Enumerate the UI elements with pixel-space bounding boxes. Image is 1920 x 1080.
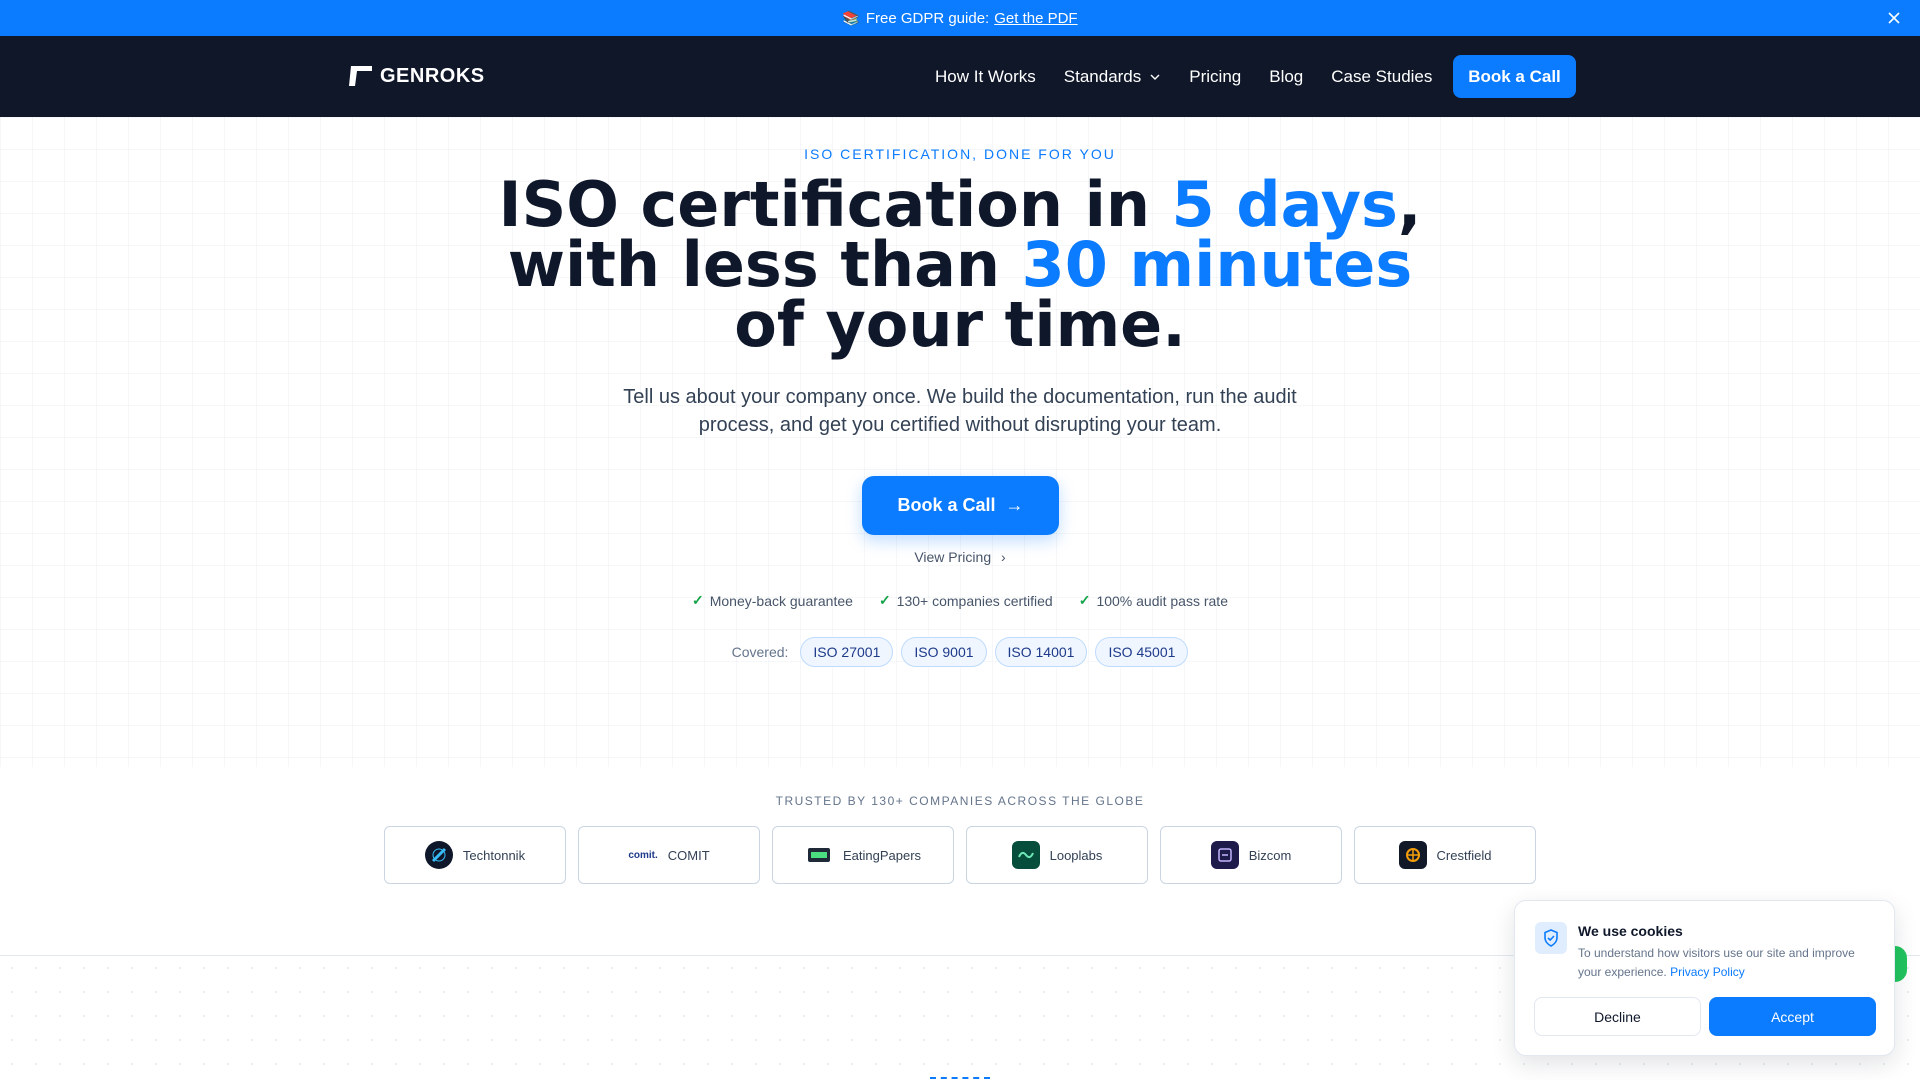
company-card-crestfield: Crestfield <box>1354 826 1536 884</box>
cookie-title: We use cookies <box>1578 923 1683 939</box>
badge-pass-rate: ✓ 100% audit pass rate <box>1079 592 1228 609</box>
badge-label: 100% audit pass rate <box>1096 592 1228 609</box>
chevron-right-icon: › <box>1001 549 1006 565</box>
accept-button[interactable]: Accept <box>1709 997 1876 1036</box>
trust-badges: ✓ Money-back guarantee ✓ 130+ companies … <box>0 592 1920 609</box>
company-name: Looplabs <box>1049 847 1103 863</box>
chip-iso-45001[interactable]: ISO 45001 <box>1095 637 1189 667</box>
eatingpapers-logo-icon <box>805 841 833 869</box>
badge-companies: ✓ 130+ companies certified <box>879 592 1053 609</box>
subtitle-line-2: process, and get you certified without d… <box>698 414 1222 436</box>
nav-pricing[interactable]: Pricing <box>1189 67 1241 87</box>
hero-subtitle: Tell us about your company once. We buil… <box>560 383 1360 439</box>
comit-logo-icon: comit. <box>628 849 658 861</box>
headline-line-2: with less than 30 minutes <box>460 234 1460 296</box>
nav-blog[interactable]: Blog <box>1269 67 1303 87</box>
badge-money-back: ✓ Money-back guarantee <box>692 592 853 609</box>
logo-text: GENROKS <box>380 64 485 87</box>
chevron-down-icon <box>1150 74 1160 80</box>
chip-iso-27001[interactable]: ISO 27001 <box>800 637 894 667</box>
chip-iso-9001[interactable]: ISO 9001 <box>901 637 987 667</box>
nav-how-it-works[interactable]: How It Works <box>935 67 1036 87</box>
company-card-comit: comit. COMIT <box>578 826 760 884</box>
bizcom-logo-icon <box>1210 841 1239 869</box>
trusted-title: TRUSTED BY 130+ COMPANIES ACROSS THE GLO… <box>775 794 1145 808</box>
genroks-logo-icon <box>349 66 372 86</box>
cookie-banner: We use cookies To understand how visitor… <box>1514 900 1895 1056</box>
company-logos: Techtonnik comit. COMIT EatingPapers Loo… <box>384 826 1536 884</box>
company-name: Techtonnik <box>462 847 526 863</box>
subtitle-line-1: Tell us about your company once. We buil… <box>623 386 1297 408</box>
arrow-right-icon: → <box>1005 495 1024 515</box>
company-card-looplabs: Looplabs <box>966 826 1148 884</box>
check-icon: ✓ <box>1078 592 1091 608</box>
genroks-logo[interactable]: GENROKS <box>348 64 485 88</box>
company-card-eatingpapers: EatingPapers <box>772 826 954 884</box>
top-navbar: GENROKS How It Works Standards Pricing B… <box>0 36 1920 117</box>
check-icon: ✓ <box>878 592 891 608</box>
announcement-text: Free GDPR guide: <box>865 9 990 27</box>
shield-icon <box>1535 922 1567 954</box>
headline-line-3: of your time. <box>734 288 1186 361</box>
company-card-techtonnik: Techtonnik <box>384 826 566 884</box>
badge-label: 130+ companies certified <box>896 592 1053 609</box>
hero-cta-label: Book a Call <box>897 495 996 515</box>
main-menu: How It Works Standards Pricing Blog Case… <box>935 36 1432 117</box>
check-icon: ✓ <box>692 592 704 608</box>
close-icon[interactable] <box>1882 6 1906 30</box>
hero-headline: ISO certification in 5 days, with less t… <box>460 174 1460 361</box>
covered-label: Covered: <box>731 644 789 660</box>
nav-book-call-button[interactable]: Book a Call <box>1453 55 1576 98</box>
get-pdf-link[interactable]: Get the PDF <box>994 10 1077 27</box>
announcement-bar: 📚 Free GDPR guide: Get the PDF <box>0 0 1920 36</box>
company-card-bizcom: Bizcom <box>1160 826 1342 884</box>
cookie-description: To understand how visitors use our site … <box>1578 944 1878 982</box>
view-pricing-label: View Pricing <box>914 549 992 565</box>
looplabs-logo-icon <box>1011 841 1040 869</box>
headline-line-1: ISO certification in 5 days, <box>460 174 1460 236</box>
company-name: Bizcom <box>1248 847 1292 863</box>
company-name: Crestfield <box>1436 847 1492 863</box>
view-pricing-link[interactable]: View Pricing › <box>0 549 1920 565</box>
hero-eyebrow: ISO CERTIFICATION, DONE FOR YOU <box>804 146 1116 162</box>
hero-book-call-button[interactable]: Book a Call → <box>862 476 1059 535</box>
covered-standards: Covered: ISO 27001 ISO 9001 ISO 14001 IS… <box>0 637 1920 667</box>
techtonnik-logo-icon <box>424 841 453 869</box>
book-emoji-icon: 📚 <box>842 9 860 26</box>
crestfield-logo-icon <box>1398 841 1427 869</box>
chip-iso-14001[interactable]: ISO 14001 <box>994 637 1088 667</box>
company-name: EatingPapers <box>842 847 922 863</box>
nav-standards-label: Standards <box>1063 66 1142 86</box>
badge-label: Money-back guarantee <box>709 592 853 609</box>
privacy-policy-link[interactable]: Privacy Policy <box>1670 965 1745 979</box>
nav-case-studies[interactable]: Case Studies <box>1331 67 1432 87</box>
decline-button[interactable]: Decline <box>1534 997 1701 1036</box>
nav-standards[interactable]: Standards <box>1064 67 1162 87</box>
company-name: COMIT <box>667 847 710 863</box>
hero-section: ISO CERTIFICATION, DONE FOR YOU ISO cert… <box>0 117 1920 767</box>
